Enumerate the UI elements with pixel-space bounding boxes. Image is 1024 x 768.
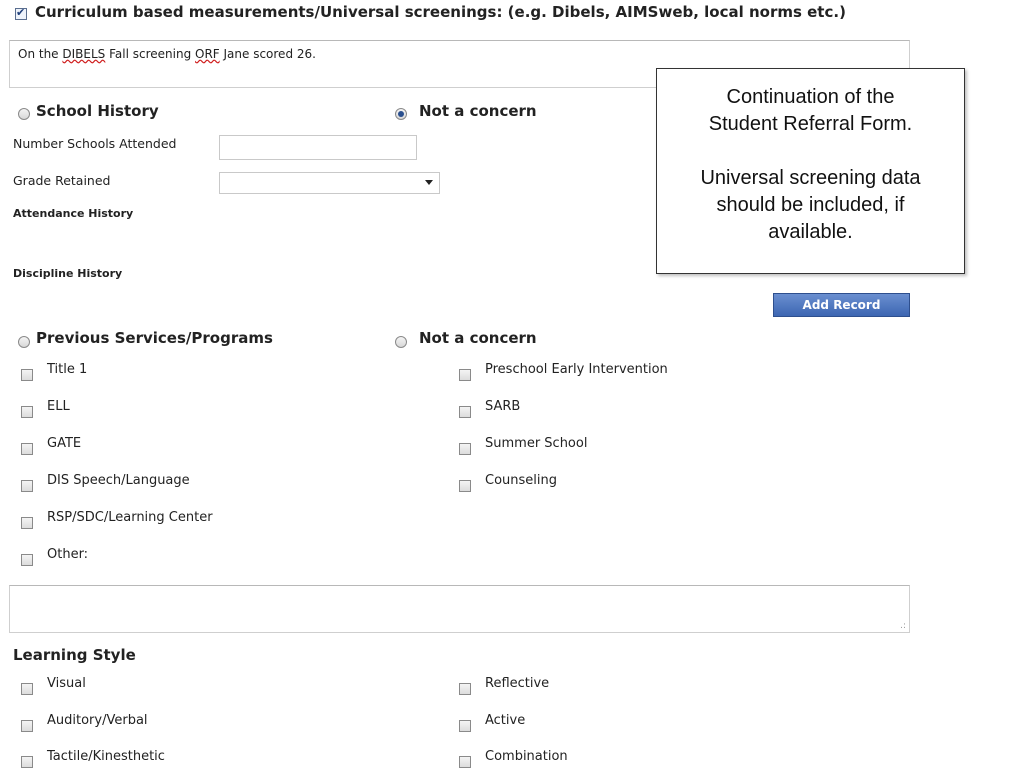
learning-style-label: Active <box>485 713 526 728</box>
grade-retained-select[interactable] <box>219 172 440 194</box>
notes-text: ORF <box>195 47 220 61</box>
chevron-down-icon <box>425 180 433 185</box>
previous-services-radio[interactable] <box>18 336 30 348</box>
service-label: SARB <box>485 399 521 414</box>
service-label: Other: <box>47 547 89 562</box>
service-label: GATE <box>47 436 82 451</box>
learning-style-heading: Learning Style <box>13 646 136 664</box>
learning-style-label: Visual <box>47 676 86 691</box>
curriculum-heading: Curriculum based measurements/Universal … <box>35 3 846 21</box>
service-checkbox[interactable] <box>459 443 471 455</box>
resize-grip-icon[interactable]: .: <box>900 621 906 631</box>
service-checkbox[interactable] <box>21 443 33 455</box>
previous-services-heading: Previous Services/Programs <box>36 329 273 347</box>
school-history-not-concern-label: Not a concern <box>419 102 537 120</box>
annotation-callout: Continuation of the Student Referral For… <box>656 68 965 274</box>
attendance-history-label: Attendance History <box>13 207 134 220</box>
learning-style-label: Tactile/Kinesthetic <box>47 749 165 764</box>
learning-style-checkbox[interactable] <box>21 720 33 732</box>
learning-style-label: Reflective <box>485 676 550 691</box>
service-checkbox[interactable] <box>21 480 33 492</box>
learning-style-checkbox[interactable] <box>459 683 471 695</box>
service-checkbox[interactable] <box>459 480 471 492</box>
service-checkbox[interactable] <box>21 406 33 418</box>
learning-style-checkbox[interactable] <box>459 720 471 732</box>
service-label: ELL <box>47 399 70 414</box>
callout-line: Student Referral Form. <box>708 113 913 135</box>
add-record-button[interactable]: Add Record <box>773 293 910 317</box>
other-services-textarea[interactable]: .: <box>9 585 910 633</box>
notes-text: On the <box>18 47 63 61</box>
callout-line: available. <box>768 221 853 243</box>
learning-style-label: Combination <box>485 749 568 764</box>
service-label: Summer School <box>485 436 588 451</box>
callout-line: should be included, if <box>716 194 905 216</box>
service-checkbox[interactable] <box>21 517 33 529</box>
service-label: Counseling <box>485 473 557 488</box>
schools-attended-label: Number Schools Attended <box>13 136 177 151</box>
callout-line: Universal screening data <box>700 167 921 189</box>
service-checkbox[interactable] <box>21 369 33 381</box>
notes-text: DIBELS <box>62 47 106 61</box>
service-label: Title 1 <box>47 362 88 377</box>
learning-style-checkbox[interactable] <box>21 683 33 695</box>
previous-services-not-concern-label: Not a concern <box>419 329 537 347</box>
curriculum-checkbox[interactable] <box>15 6 27 20</box>
notes-text: Jane scored 26. <box>219 47 316 61</box>
previous-services-not-concern-radio[interactable] <box>395 336 407 348</box>
learning-style-checkbox[interactable] <box>21 756 33 768</box>
learning-style-checkbox[interactable] <box>459 756 471 768</box>
service-label: Preschool Early Intervention <box>485 362 668 377</box>
notes-text: Fall screening <box>105 47 195 61</box>
service-label: RSP/SDC/Learning Center <box>47 510 213 525</box>
school-history-heading: School History <box>36 102 159 120</box>
service-label: DIS Speech/Language <box>47 473 190 488</box>
school-history-radio[interactable] <box>18 108 30 120</box>
school-history-not-concern-radio[interactable] <box>395 108 407 120</box>
service-checkbox[interactable] <box>459 406 471 418</box>
callout-line: Continuation of the <box>726 86 895 108</box>
learning-style-label: Auditory/Verbal <box>47 713 148 728</box>
discipline-history-label: Discipline History <box>13 267 123 280</box>
service-checkbox[interactable] <box>21 554 33 566</box>
schools-attended-input[interactable] <box>219 135 417 160</box>
grade-retained-label: Grade Retained <box>13 173 111 188</box>
service-checkbox[interactable] <box>459 369 471 381</box>
